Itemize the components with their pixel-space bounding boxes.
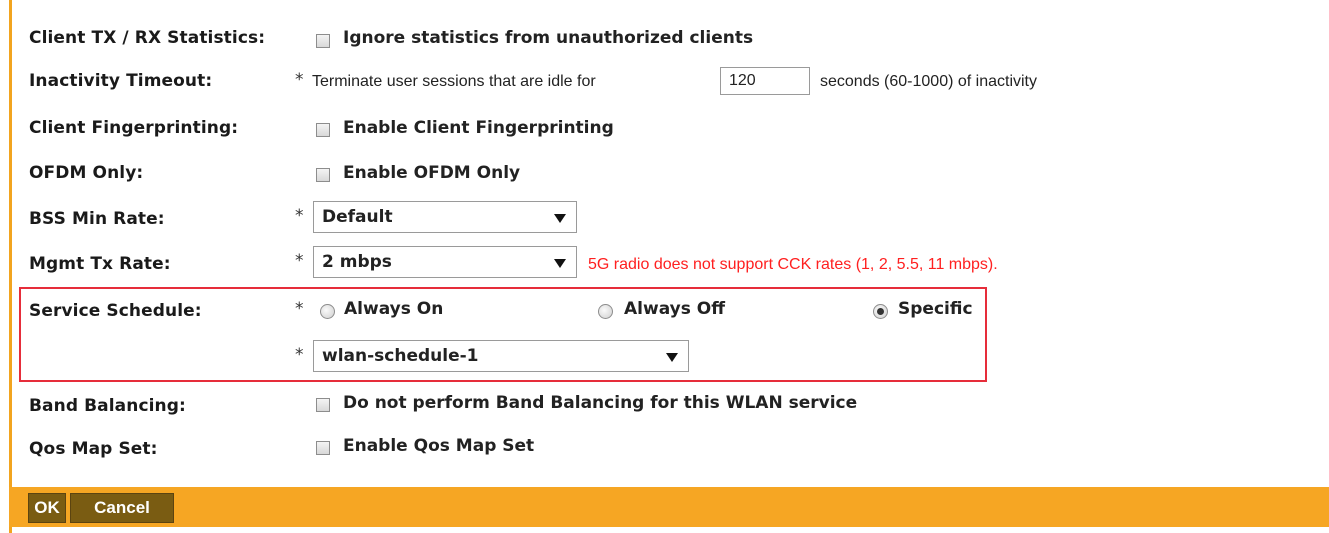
band-balancing-checkbox-text: Do not perform Band Balancing for this W… [343,393,858,413]
required-star: * [295,251,304,271]
mgmt-tx-rate-error: 5G radio does not support CCK rates (1, … [588,256,998,273]
bss-min-rate-value: Default [322,207,393,227]
mgmt-tx-rate-select[interactable]: 2 mbps [313,246,577,278]
required-star: * [295,299,304,319]
dropdown-arrow-icon [666,353,678,362]
cancel-button[interactable]: Cancel [70,493,174,523]
fingerprinting-checkbox-text: Enable Client Fingerprinting [343,118,614,138]
dropdown-arrow-icon [554,259,566,268]
bss-min-rate-select[interactable]: Default [313,201,577,233]
band-balancing-label: Band Balancing: [29,396,186,416]
always-on-label: Always On [344,299,444,319]
inactivity-prefix-text: Terminate user sessions that are idle fo… [312,73,596,90]
ok-button[interactable]: OK [28,493,66,523]
fingerprinting-label: Client Fingerprinting: [29,118,239,138]
mgmt-tx-rate-value: 2 mbps [322,252,392,272]
client-stats-checkbox-text: Ignore statistics from unauthorized clie… [343,28,754,48]
inactivity-timeout-input[interactable]: 120 [720,67,810,95]
required-star: * [295,206,304,226]
band-balancing-checkbox[interactable] [316,398,330,412]
service-schedule-label: Service Schedule: [29,301,202,321]
client-stats-label: Client TX / RX Statistics: [29,28,266,48]
qos-map-label: Qos Map Set: [29,439,158,459]
ofdm-label: OFDM Only: [29,163,144,183]
service-schedule-value: wlan-schedule-1 [322,346,479,366]
ofdm-checkbox-text: Enable OFDM Only [343,163,521,183]
qos-map-checkbox-text: Enable Qos Map Set [343,436,535,456]
always-off-label: Always Off [624,299,725,319]
required-star: * [295,70,304,90]
bss-min-rate-label: BSS Min Rate: [29,209,165,229]
footer-bar [9,487,1329,527]
client-stats-checkbox[interactable] [316,34,330,48]
inactivity-label: Inactivity Timeout: [29,71,213,91]
specific-label: Specific [898,299,973,319]
ofdm-checkbox[interactable] [316,168,330,182]
service-schedule-select[interactable]: wlan-schedule-1 [313,340,689,372]
mgmt-tx-rate-label: Mgmt Tx Rate: [29,254,171,274]
fingerprinting-checkbox[interactable] [316,123,330,137]
qos-map-checkbox[interactable] [316,441,330,455]
required-star: * [295,345,304,365]
specific-radio[interactable] [873,304,888,319]
always-on-radio[interactable] [320,304,335,319]
inactivity-suffix-text: seconds (60-1000) of inactivity [820,73,1037,90]
left-accent-border [9,0,12,533]
dropdown-arrow-icon [554,214,566,223]
always-off-radio[interactable] [598,304,613,319]
